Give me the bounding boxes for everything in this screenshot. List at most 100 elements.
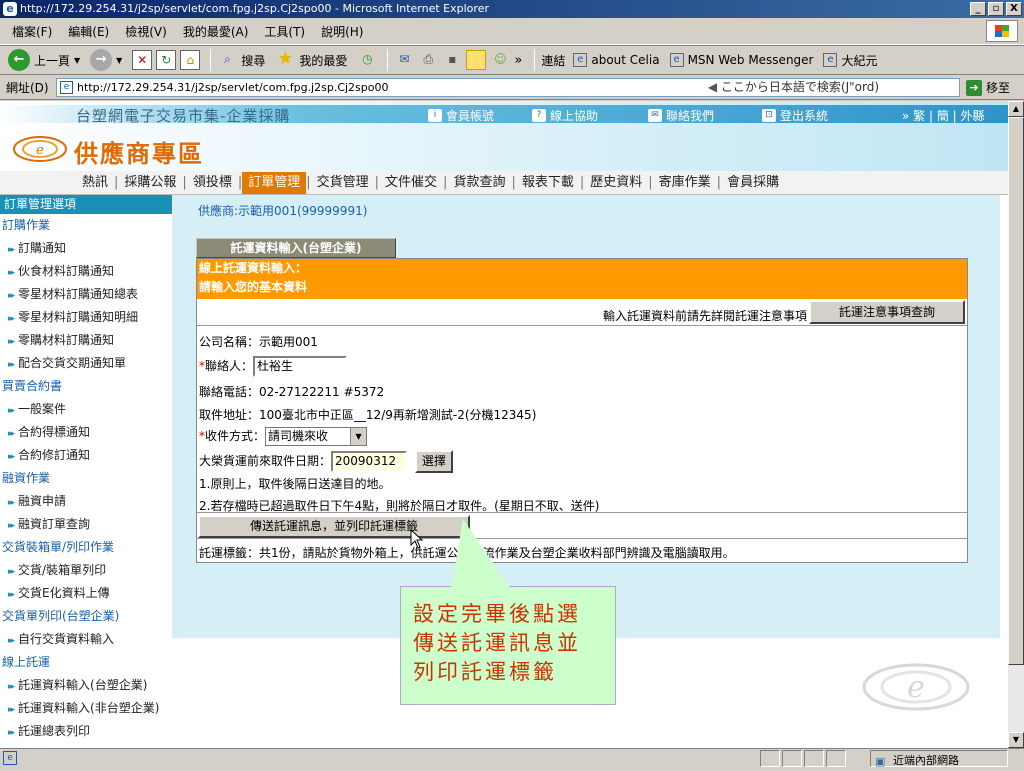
home-icon[interactable]: ⌂ — [180, 50, 201, 70]
edit-icon[interactable]: ▪ — [442, 50, 462, 70]
sidebar-item[interactable]: ▸▸ 託運資料輸入(非台塑企業) — [0, 697, 172, 720]
history-icon[interactable]: ◷ — [357, 50, 377, 70]
sidebar-item[interactable]: ▸▸ 零星材料訂購通知明細 — [0, 306, 172, 329]
sidebar-item[interactable]: ▸▸ 合約得標通知 — [0, 421, 172, 444]
menu-file[interactable]: 檔案(F) — [12, 23, 52, 40]
scroll-down-button[interactable]: ▼ — [1008, 732, 1024, 748]
folder-icon[interactable] — [466, 50, 487, 70]
method-row: *收件方式： 請司機來收 ▼ — [199, 427, 368, 446]
sidebar-item[interactable]: ▸▸ 交貨/裝箱單列印 — [0, 559, 172, 582]
sidebar-item[interactable]: ▸▸ 交貨E化資料上傳 — [0, 582, 172, 605]
mail-icon[interactable]: ✉ — [394, 50, 414, 70]
help-icon: ? — [532, 109, 546, 122]
link-epoch-times[interactable]: e 大紀元 — [823, 52, 878, 69]
go-button[interactable]: ➔ 移至 — [966, 79, 1010, 96]
vertical-scrollbar[interactable]: ▲ ▼ — [1008, 101, 1024, 748]
callout-line: 傳送託運訊息並 — [413, 631, 581, 655]
sidebar-item[interactable]: ▸▸ 託運資料輸入(台塑企業) — [0, 674, 172, 697]
sidebar-item[interactable]: ▸▸ 零星材料訂購通知總表 — [0, 283, 172, 306]
scroll-thumb[interactable] — [1008, 117, 1024, 665]
sidebar-item-label: 託運總表列印 — [18, 724, 91, 738]
main-nav-item[interactable]: 會員採購 — [721, 172, 785, 194]
toolbar-separator — [210, 49, 212, 71]
method-select[interactable]: 請司機來收 ▼ — [265, 427, 368, 446]
sidebar-item[interactable]: ▸▸ 配合交貨交期通知單 — [0, 352, 172, 375]
print-icon[interactable]: ⎙ — [418, 50, 438, 70]
main-nav-item[interactable]: 訂單管理 — [242, 172, 307, 194]
callout-pointer — [451, 519, 511, 589]
scroll-up-button[interactable]: ▲ — [1008, 101, 1024, 117]
sidebar-item-label: 一般案件 — [18, 402, 67, 416]
sidebar-category[interactable]: 交貨裝箱單/列印作業 — [0, 536, 172, 559]
menu-edit[interactable]: 編輯(E) — [68, 23, 109, 40]
main-nav-item[interactable]: 歷史資料 — [584, 172, 648, 194]
page-icon: e — [573, 53, 588, 67]
toolbar: ← 上一頁 ▼ → ▼ ✕ ↻ ⌂ ⌕ 搜尋 ★ 我的最愛 ◷ ✉ ⎙ ▪ ☺ … — [0, 45, 1024, 75]
sidebar-item[interactable]: ▸▸ 合約修訂通知 — [0, 444, 172, 467]
chevron-down-icon[interactable]: ▼ — [116, 56, 122, 65]
nav-contact-us[interactable]: ✉ 聯絡我們 — [648, 107, 714, 124]
send-and-print-button[interactable]: 傳送託運訊息，並列印託運標籤 — [198, 515, 470, 538]
back-button[interactable]: ← 上一頁 ▼ — [8, 49, 80, 71]
close-button[interactable]: X — [1006, 2, 1022, 16]
choose-date-button[interactable]: 選擇 — [414, 450, 453, 473]
back-label: 上一頁 — [34, 53, 71, 68]
menu-view[interactable]: 檢視(V) — [125, 23, 167, 40]
restore-button[interactable]: ▫ — [988, 2, 1004, 16]
main-nav-item[interactable]: 採購公報 — [118, 172, 182, 194]
menu-help[interactable]: 說明(H) — [321, 23, 363, 40]
sidebar-category[interactable]: 買賣合約書 — [0, 375, 172, 398]
sidebar-item[interactable]: ▸▸ 託運總表列印 — [0, 720, 172, 743]
sidebar-category[interactable]: 線上託運 — [0, 651, 172, 674]
sidebar-item[interactable]: ▸▸ 自行交貨資料輸入 — [0, 628, 172, 651]
favorites-button[interactable]: ★ 我的最愛 — [275, 50, 347, 70]
nav-member-account[interactable]: i 會員帳號 — [428, 107, 494, 124]
bullet-arrow-icon: ▸▸ — [8, 567, 15, 577]
nav-logout[interactable]: ⊡ 登出系統 — [762, 107, 828, 124]
minimize-button[interactable]: _ — [970, 2, 986, 16]
mail-icon: ✉ — [648, 109, 662, 122]
nav-online-help[interactable]: ? 線上協助 — [532, 107, 598, 124]
status-cell — [782, 750, 802, 767]
messenger-icon[interactable]: ☺ — [490, 50, 510, 70]
main-nav-item[interactable]: 交貨管理 — [311, 172, 375, 194]
stop-icon[interactable]: ✕ — [132, 50, 153, 70]
sidebar-item[interactable]: ▸▸ 一般案件 — [0, 398, 172, 421]
sidebar-item[interactable]: ▸▸ 訂購通知 — [0, 237, 172, 260]
pickup-date-input[interactable]: 20090312 — [331, 451, 408, 472]
sidebar-item[interactable]: ▸▸ 零購材料訂購通知 — [0, 329, 172, 352]
link-msn-web-messenger[interactable]: e MSN Web Messenger — [669, 53, 813, 67]
link-about-celia[interactable]: e about Celia — [573, 53, 660, 67]
forward-button[interactable]: → ▼ — [90, 49, 122, 71]
notice-query-button[interactable]: 託運注意事項查詢 — [809, 300, 965, 324]
sidebar-category[interactable]: 訂購作業 — [0, 214, 172, 237]
contact-input[interactable]: 杜裕生 — [253, 356, 348, 377]
sidebar-category[interactable]: 融資作業 — [0, 467, 172, 490]
main-nav-item[interactable]: 領投標 — [187, 172, 238, 194]
company-row: 公司名稱：示範用001 — [199, 333, 318, 350]
form-tab[interactable]: 託運資料輸入(台塑企業) — [196, 238, 396, 258]
sidebar-category[interactable]: 交貨單列印(台塑企業) — [0, 605, 172, 628]
pickup-value: 100臺北市中正區__12/9再新增測試-2(分機12345) — [259, 408, 537, 422]
menu-favorites[interactable]: 我的最愛(A) — [183, 23, 249, 40]
contact-label: 聯絡人： — [205, 359, 254, 373]
main-nav-item[interactable]: 熱訊 — [76, 172, 114, 194]
search-hint[interactable]: ◀ ここから日本語で検索(J"ord) — [708, 79, 879, 96]
logout-icon: ⊡ — [762, 109, 776, 122]
main-nav-item[interactable]: 貨款查詢 — [447, 172, 511, 194]
main-nav-item[interactable]: 寄庫作業 — [653, 172, 717, 194]
refresh-icon[interactable]: ↻ — [156, 50, 177, 70]
address-input[interactable]: e http://172.29.254.31/j2sp/servlet/com.… — [56, 78, 960, 97]
bullet-arrow-icon: ▸▸ — [8, 406, 15, 416]
toolbar-more[interactable]: » — [514, 53, 522, 68]
menu-tools[interactable]: 工具(T) — [264, 23, 305, 40]
sidebar-item[interactable]: ▸▸ 融資訂單查詢 — [0, 513, 172, 536]
language-switch[interactable]: » 繁 | 簡 | 外縣 — [902, 107, 985, 124]
search-button[interactable]: ⌕ 搜尋 — [217, 50, 265, 70]
main-nav-item[interactable]: 報表下載 — [516, 172, 580, 194]
main-nav-item[interactable]: 文件催交 — [379, 172, 443, 194]
status-cell — [826, 750, 846, 767]
sidebar-item[interactable]: ▸▸ 融資申請 — [0, 490, 172, 513]
sidebar-item[interactable]: ▸▸ 伙食材料訂購通知 — [0, 260, 172, 283]
chevron-down-icon[interactable]: ▼ — [74, 56, 80, 65]
